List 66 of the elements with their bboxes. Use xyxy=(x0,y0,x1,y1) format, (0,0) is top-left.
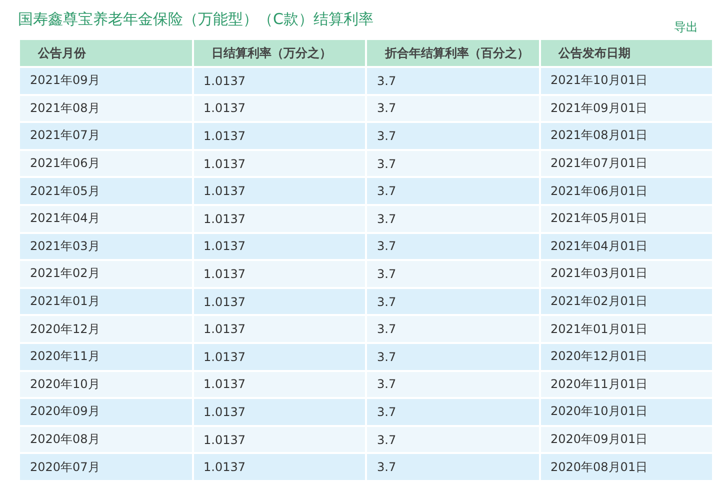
table-cell: 1.0137 xyxy=(194,96,365,122)
table-cell: 2021年09月01日 xyxy=(540,96,712,122)
table-cell: 2020年09月 xyxy=(20,399,192,425)
table-cell: 3.7 xyxy=(367,123,538,149)
table-cell: 3.7 xyxy=(367,178,538,204)
table-cell: 2021年02月01日 xyxy=(540,288,712,314)
table-cell: 3.7 xyxy=(367,426,538,452)
table-cell: 1.0137 xyxy=(194,426,365,452)
table-cell: 2021年07月01日 xyxy=(540,150,712,176)
table-cell: 2021年08月01日 xyxy=(540,123,712,149)
table-cell: 2021年06月01日 xyxy=(540,178,712,204)
table-cell: 3.7 xyxy=(367,234,538,260)
table-cell: 2021年07月 xyxy=(20,123,192,149)
table-cell: 1.0137 xyxy=(194,234,365,260)
table-cell: 2020年11月 xyxy=(20,344,192,370)
table-cell: 2021年01月 xyxy=(20,288,192,314)
table-cell: 3.7 xyxy=(367,96,538,122)
table-cell: 3.7 xyxy=(367,454,538,480)
table-cell: 3.7 xyxy=(367,261,538,287)
column-header: 公告月份 xyxy=(20,40,192,66)
table-cell: 3.7 xyxy=(367,316,538,342)
table-cell: 3.7 xyxy=(367,399,538,425)
table-cell: 2021年04月01日 xyxy=(540,234,712,260)
table-cell: 2021年04月 xyxy=(20,206,192,232)
table-cell: 2021年05月01日 xyxy=(540,206,712,232)
table-cell: 2021年10月01日 xyxy=(540,68,712,94)
table-cell: 1.0137 xyxy=(194,316,365,342)
table-cell: 2020年10月01日 xyxy=(540,399,712,425)
table-cell: 2020年08月01日 xyxy=(540,454,712,480)
table-cell: 2021年01月01日 xyxy=(540,316,712,342)
table-cell: 2020年07月 xyxy=(20,454,192,480)
table-cell: 3.7 xyxy=(367,206,538,232)
table-cell: 2020年08月 xyxy=(20,426,192,452)
table-cell: 2021年05月 xyxy=(20,178,192,204)
table-cell: 2020年11月01日 xyxy=(540,372,712,398)
table-cell: 3.7 xyxy=(367,150,538,176)
table-cell: 2021年03月 xyxy=(20,234,192,260)
table-cell: 2021年06月 xyxy=(20,150,192,176)
table-cell: 2020年09月01日 xyxy=(540,426,712,452)
table-cell: 2020年12月 xyxy=(20,316,192,342)
table-cell: 1.0137 xyxy=(194,288,365,314)
table-cell: 2021年09月 xyxy=(20,68,192,94)
table-cell: 3.7 xyxy=(367,344,538,370)
export-link[interactable]: 导出 xyxy=(674,19,698,36)
table-cell: 1.0137 xyxy=(194,372,365,398)
table-cell: 3.7 xyxy=(367,372,538,398)
table-cell: 1.0137 xyxy=(194,261,365,287)
table-cell: 2020年12月01日 xyxy=(540,344,712,370)
table-cell: 1.0137 xyxy=(194,150,365,176)
column-header: 折合年结算利率（百分之） xyxy=(367,40,538,66)
table-cell: 1.0137 xyxy=(194,178,365,204)
table-cell: 1.0137 xyxy=(194,399,365,425)
table-title: 国寿鑫尊宝养老年金保险（万能型）（C款）结算利率 xyxy=(18,10,374,29)
table-cell: 2021年03月01日 xyxy=(540,261,712,287)
table-cell: 3.7 xyxy=(367,288,538,314)
table-cell: 2021年02月 xyxy=(20,261,192,287)
table-cell: 1.0137 xyxy=(194,68,365,94)
column-header: 日结算利率（万分之） xyxy=(194,40,365,66)
table-cell: 1.0137 xyxy=(194,123,365,149)
table-cell: 1.0137 xyxy=(194,454,365,480)
table-cell: 1.0137 xyxy=(194,344,365,370)
table-cell: 2021年08月 xyxy=(20,96,192,122)
table-cell: 1.0137 xyxy=(194,206,365,232)
column-header: 公告发布日期 xyxy=(540,40,712,66)
table-cell: 3.7 xyxy=(367,68,538,94)
table-cell: 2020年10月 xyxy=(20,372,192,398)
